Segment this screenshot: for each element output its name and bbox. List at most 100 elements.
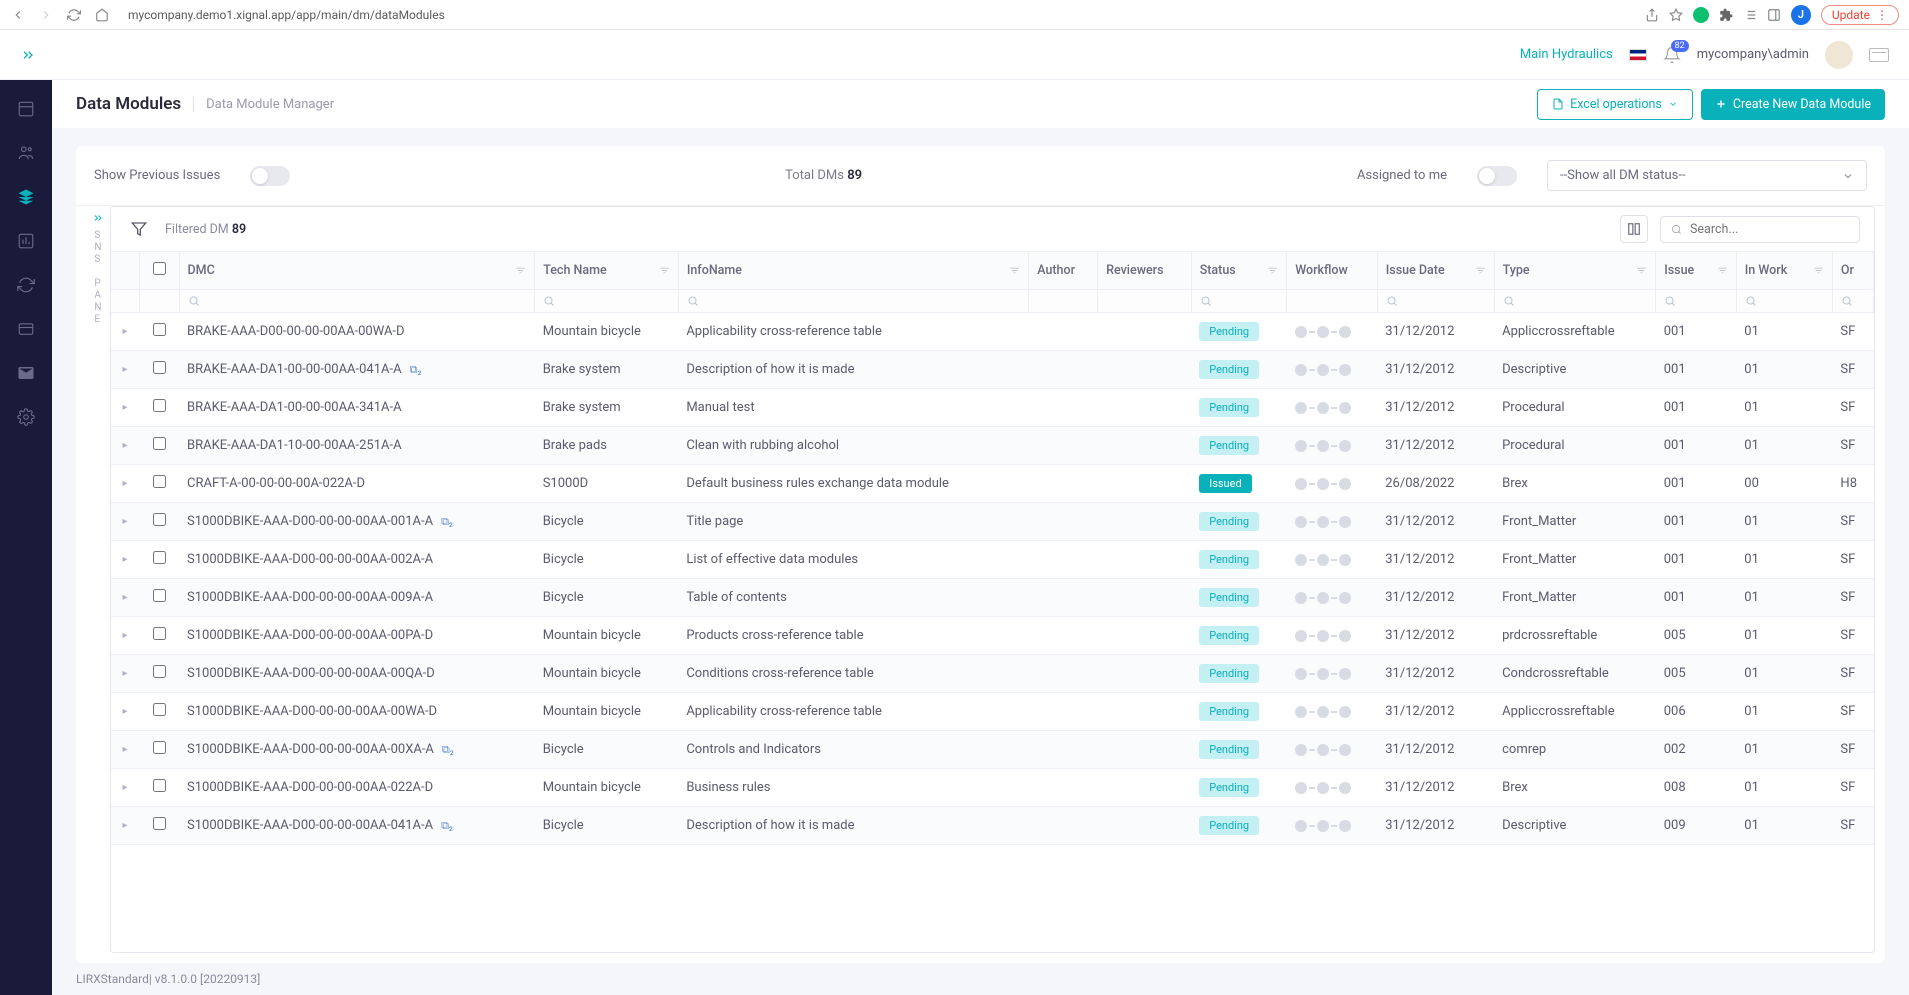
row-checkbox[interactable] (153, 551, 166, 564)
expand-icon[interactable]: ▸ (111, 503, 139, 541)
user-avatar[interactable] (1825, 41, 1853, 69)
sidebar-collapse-icon[interactable] (20, 47, 36, 63)
table-row[interactable]: ▸BRAKE-AAA-DA1-00-00-00AA-041A-A⧉₂Brake … (111, 351, 1874, 389)
update-button[interactable]: Update ⋮ (1821, 5, 1899, 25)
row-checkbox[interactable] (153, 475, 166, 488)
assigned-toggle[interactable] (1477, 166, 1517, 186)
expand-icon[interactable]: ▸ (111, 769, 139, 807)
table-search[interactable] (1660, 216, 1860, 243)
table-row[interactable]: ▸S1000DBIKE-AAA-D00-00-00-00AA-00PA-DMou… (111, 617, 1874, 655)
extension-icon-1[interactable] (1693, 7, 1709, 23)
row-checkbox[interactable] (153, 741, 166, 754)
forward-icon[interactable] (38, 7, 54, 23)
table-row[interactable]: ▸S1000DBIKE-AAA-D00-00-00-00AA-001A-A⧉₂B… (111, 503, 1874, 541)
address-bar[interactable]: mycompany.demo1.xignal.app/app/main/dm/d… (122, 8, 1633, 22)
column-header[interactable]: Tech Name (535, 252, 679, 290)
column-header[interactable]: DMC (179, 252, 535, 290)
expand-icon[interactable]: ▸ (111, 389, 139, 427)
row-checkbox[interactable] (153, 323, 166, 336)
row-checkbox[interactable] (153, 361, 166, 374)
status-select[interactable]: --Show all DM status-- (1547, 160, 1867, 191)
copy-icon[interactable]: ⧉₂ (441, 819, 453, 832)
column-header[interactable]: Workflow (1287, 252, 1378, 290)
table-row[interactable]: ▸S1000DBIKE-AAA-D00-00-00-00AA-00QA-DMou… (111, 655, 1874, 693)
row-checkbox[interactable] (153, 703, 166, 716)
table-row[interactable]: ▸BRAKE-AAA-DA1-10-00-00AA-251A-ABrake pa… (111, 427, 1874, 465)
search-input[interactable] (1690, 222, 1849, 237)
expand-icon[interactable]: ▸ (111, 465, 139, 503)
column-header[interactable]: Reviewers (1098, 252, 1192, 290)
expand-icon[interactable]: ▸ (111, 351, 139, 389)
column-filter-icon[interactable] (1636, 265, 1647, 276)
profile-avatar[interactable]: J (1791, 5, 1811, 25)
panel-icon[interactable] (1767, 8, 1781, 22)
select-all-th[interactable] (139, 252, 179, 290)
notification-bell[interactable]: 82 (1663, 46, 1681, 64)
home-icon[interactable] (94, 7, 110, 23)
sidebar-icon-mail[interactable] (15, 362, 37, 384)
table-row[interactable]: ▸S1000DBIKE-AAA-D00-00-00-00AA-022A-DMou… (111, 769, 1874, 807)
column-header[interactable]: Status (1191, 252, 1286, 290)
prev-issues-toggle[interactable] (250, 166, 290, 186)
create-new-dm-button[interactable]: Create New Data Module (1701, 89, 1885, 120)
table-row[interactable]: ▸S1000DBIKE-AAA-D00-00-00-00AA-00WA-DMou… (111, 693, 1874, 731)
row-checkbox[interactable] (153, 399, 166, 412)
card-icon[interactable] (1869, 48, 1889, 62)
column-header[interactable]: Author (1029, 252, 1098, 290)
expand-icon[interactable]: ▸ (111, 655, 139, 693)
row-checkbox[interactable] (153, 437, 166, 450)
expand-icon[interactable]: ▸ (111, 541, 139, 579)
column-filter-cell[interactable] (179, 290, 535, 313)
row-checkbox[interactable] (153, 513, 166, 526)
column-filter-cell[interactable] (1191, 290, 1286, 313)
column-filter-cell[interactable] (1656, 290, 1737, 313)
expand-icon[interactable]: ▸ (111, 693, 139, 731)
copy-icon[interactable]: ⧉₂ (442, 743, 454, 756)
sidebar-icon-module[interactable] (15, 318, 37, 340)
copy-icon[interactable]: ⧉₂ (441, 515, 453, 528)
column-filter-cell[interactable] (1736, 290, 1832, 313)
star-icon[interactable] (1669, 8, 1683, 22)
back-icon[interactable] (10, 7, 26, 23)
sidebar-icon-report[interactable] (15, 230, 37, 252)
table-row[interactable]: ▸S1000DBIKE-AAA-D00-00-00-00AA-009A-ABic… (111, 579, 1874, 617)
column-header[interactable]: In Work (1736, 252, 1832, 290)
expand-icon[interactable]: ▸ (111, 731, 139, 769)
expand-icon[interactable]: ▸ (111, 427, 139, 465)
expand-icon[interactable]: ▸ (111, 807, 139, 845)
table-row[interactable]: ▸S1000DBIKE-AAA-D00-00-00-00AA-002A-ABic… (111, 541, 1874, 579)
expand-icon[interactable]: ▸ (111, 579, 139, 617)
table-row[interactable]: ▸BRAKE-AAA-D00-00-00-00AA-00WA-DMountain… (111, 313, 1874, 351)
pane-collapse-icon[interactable] (92, 212, 104, 224)
flag-icon[interactable] (1629, 49, 1647, 61)
column-header[interactable]: Issue (1656, 252, 1737, 290)
puzzle-icon[interactable] (1719, 8, 1733, 22)
column-filter-icon[interactable] (515, 265, 526, 276)
column-filter-cell[interactable] (1377, 290, 1494, 313)
column-filter-cell[interactable] (535, 290, 679, 313)
column-filter-icon[interactable] (1475, 265, 1486, 276)
sidebar-icon-dashboard[interactable] (15, 98, 37, 120)
sidebar-icon-settings[interactable] (15, 406, 37, 428)
column-filter-icon[interactable] (1009, 265, 1020, 276)
row-checkbox[interactable] (153, 817, 166, 830)
share-icon[interactable] (1645, 8, 1659, 22)
column-filter-cell[interactable] (1494, 290, 1656, 313)
column-header[interactable]: InfoName (678, 252, 1028, 290)
column-filter-icon[interactable] (1267, 265, 1278, 276)
column-filter-icon[interactable] (1717, 265, 1728, 276)
row-checkbox[interactable] (153, 665, 166, 678)
select-all-checkbox[interactable] (153, 262, 166, 275)
table-row[interactable]: ▸S1000DBIKE-AAA-D00-00-00-00AA-041A-A⧉₂B… (111, 807, 1874, 845)
row-checkbox[interactable] (153, 779, 166, 792)
sidebar-icon-users[interactable] (15, 142, 37, 164)
column-header[interactable]: Or (1832, 252, 1873, 290)
column-header[interactable]: Issue Date (1377, 252, 1494, 290)
sidebar-icon-layers[interactable] (15, 186, 37, 208)
expand-icon[interactable]: ▸ (111, 313, 139, 351)
reload-icon[interactable] (66, 7, 82, 23)
column-chooser-icon[interactable] (1620, 215, 1648, 243)
expand-icon[interactable]: ▸ (111, 617, 139, 655)
sidebar-icon-refresh[interactable] (15, 274, 37, 296)
copy-icon[interactable]: ⧉₂ (410, 363, 422, 376)
